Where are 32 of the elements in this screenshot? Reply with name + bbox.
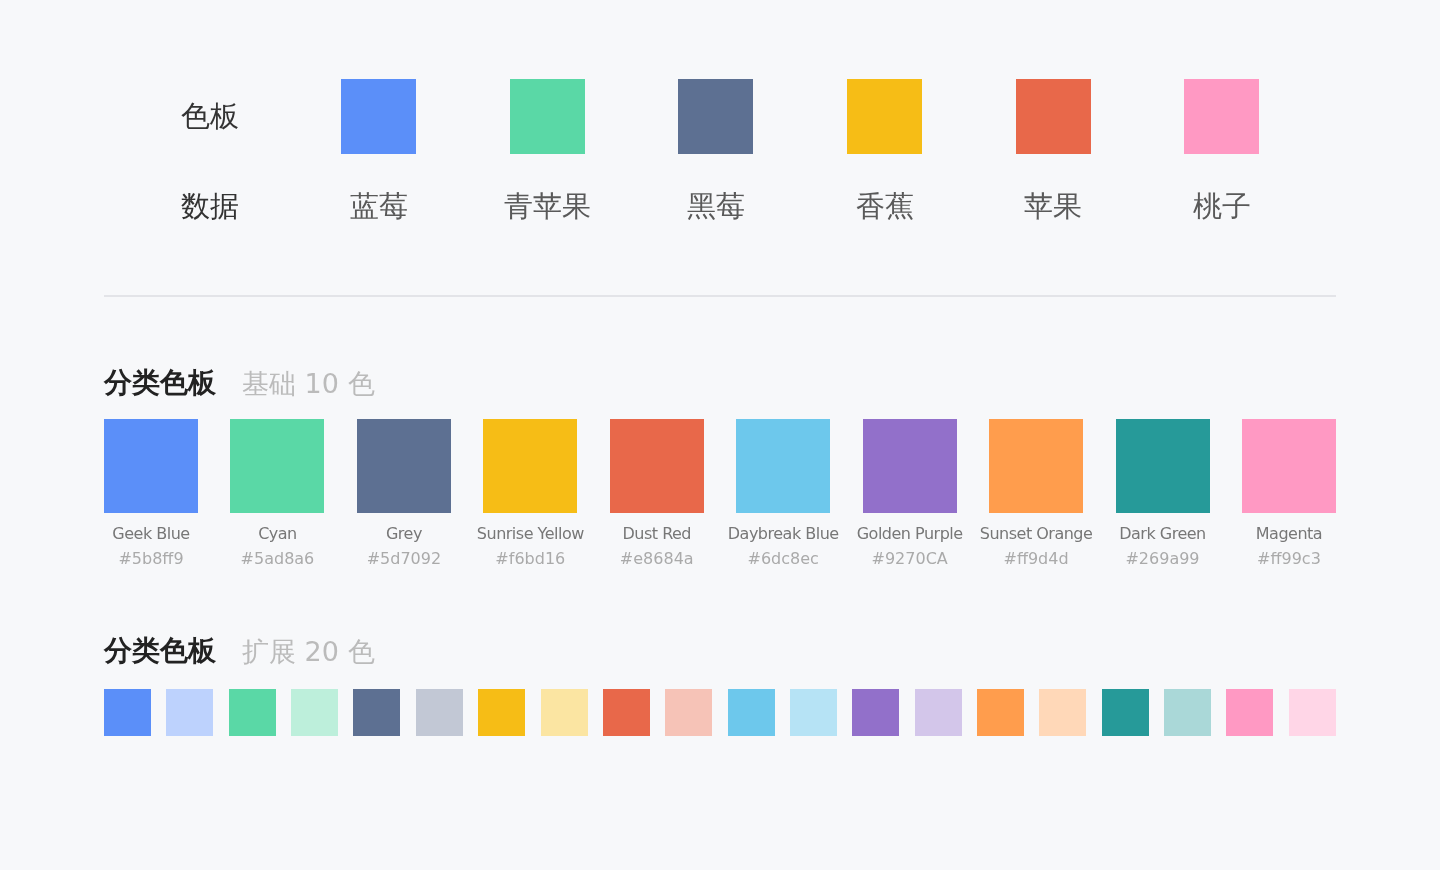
color-name: Dark Green [1119,524,1206,544]
color-name: Geek Blue [112,524,190,544]
data-label: 黑莓 [687,192,745,221]
section-title: 分类色板 [104,369,216,397]
row-label: 数据 [180,192,241,221]
row-label: 色板 [180,102,241,131]
color-hex: #5ad8a6 [240,549,315,569]
data-label: 香蕉 [855,192,914,221]
color-name: Magenta [1255,524,1323,544]
color-hex: #5d7092 [366,549,442,569]
color-hex: #ff9d4d [1003,549,1069,569]
color-name: Sunset Orange [979,524,1093,544]
color-name: Dust Red [622,524,692,544]
color-hex: #ff99c3 [1257,549,1321,569]
color-name: Golden Purple [856,524,963,544]
data-label: 桃子 [1192,192,1251,221]
data-label: 苹果 [1024,192,1083,221]
data-label: 蓝莓 [349,192,408,221]
color-name: Grey [385,524,422,544]
color-hex: #6dc8ec [747,549,819,569]
color-hex: #e8684a [619,549,694,569]
color-hex: #f6bd16 [495,549,566,569]
data-label: 青苹果 [503,192,591,221]
section-title: 分类色板 [104,637,216,665]
color-hex: #269a99 [1125,549,1200,569]
color-hex: #9270CA [871,549,948,569]
section-subtitle: 扩展 20 色 [242,638,375,665]
color-name: Daybreak Blue [727,524,839,544]
section-subtitle: 基础 10 色 [242,370,375,397]
color-name: Cyan [258,524,297,544]
color-hex: #5b8ff9 [118,549,184,569]
color-name: Sunrise Yellow [476,524,584,544]
